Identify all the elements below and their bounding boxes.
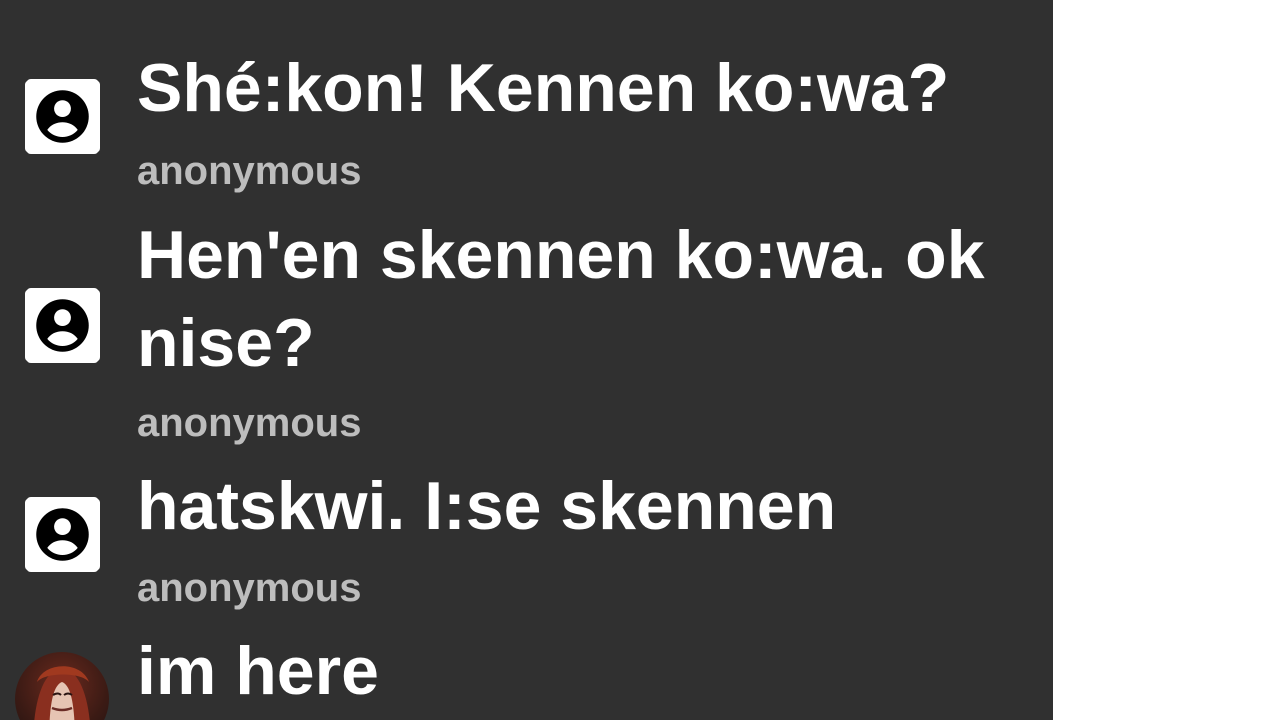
profile-photo-avatar	[15, 652, 109, 720]
profile-photo-image	[34, 666, 90, 720]
message-text: hatskwi. I:se skennen	[137, 468, 837, 544]
message-author: anonymous	[137, 566, 362, 610]
user-circle-icon	[25, 497, 100, 572]
message-author: anonymous	[137, 401, 362, 445]
message-text: Shé:kon! Kennen ko:wa?	[137, 50, 950, 126]
message-text: Hen'en skennen ko:wa. ok nise?	[137, 217, 985, 381]
chat-panel: Shé:kon! Kennen ko:wa? anonymous Hen'en …	[0, 0, 1053, 720]
message-text: im here	[137, 633, 379, 709]
message-author: anonymous	[137, 149, 362, 193]
user-circle-icon	[25, 288, 100, 363]
user-circle-icon	[25, 79, 100, 154]
